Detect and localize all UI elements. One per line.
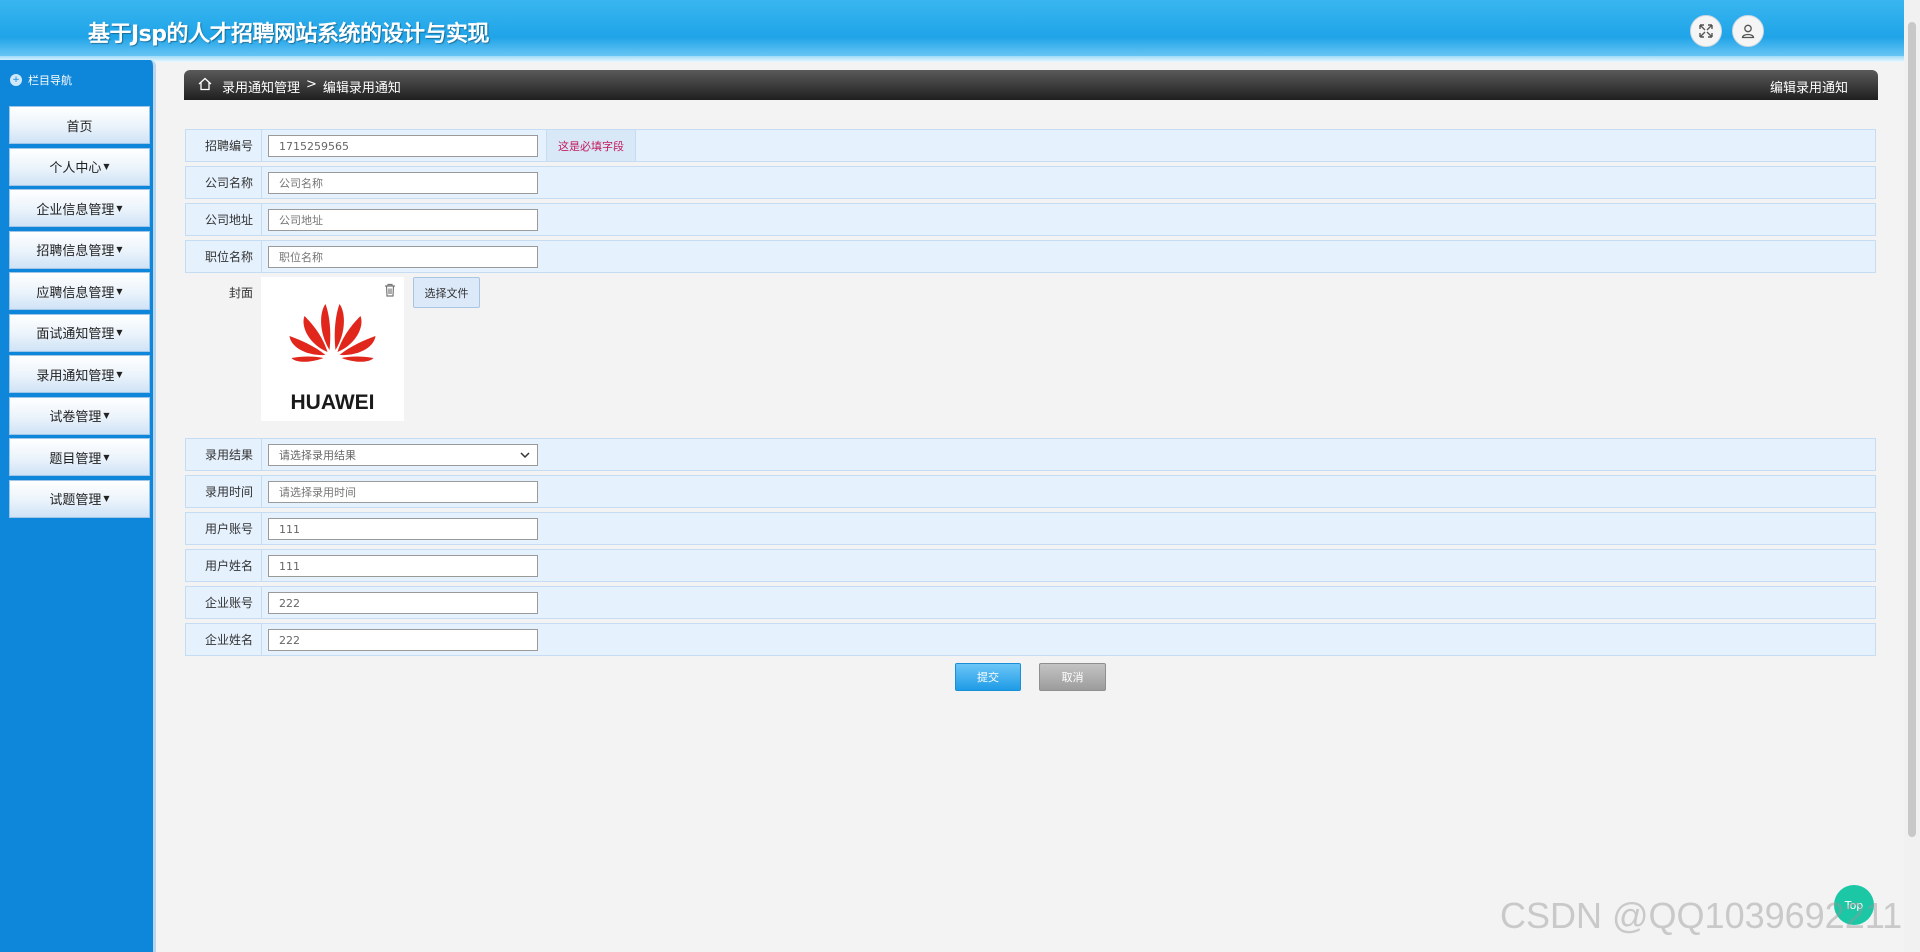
recruit-no-label: 招聘编号 [186, 130, 262, 161]
cover-label: 封面 [228, 286, 253, 300]
plus-circle-icon: + [10, 74, 22, 86]
company-account-label: 企业账号 [186, 587, 262, 618]
caret-down-icon: ▼ [116, 286, 123, 296]
recruit-no-input[interactable] [268, 135, 538, 157]
sidebar-item-paper[interactable]: 试卷管理 ▼ [9, 396, 150, 435]
form-row-company-account: 企业账号 [185, 586, 1876, 619]
sidebar-menu: 首页 个人中心 ▼ 企业信息管理 ▼ 招聘信息管理 ▼ 应聘信息管理 ▼ 面试通知管理 ▼… [9, 106, 150, 521]
breadcrumb-current: 编辑录用通知 [322, 81, 401, 96]
sidebar-item-label: 企业信息管理 [36, 202, 115, 218]
watermark: CSDN @QQ1039692211 [1500, 895, 1903, 936]
sidebar-item-home[interactable]: 首页 [9, 106, 150, 144]
vertical-scrollbar[interactable] [1904, 0, 1920, 952]
caret-down-icon: ▼ [116, 245, 123, 254]
company-account-input[interactable] [268, 592, 538, 614]
sidebar-item-label: 试题管理 [49, 493, 102, 508]
company-address-input[interactable] [268, 209, 538, 231]
user-name-label: 用户姓名 [186, 550, 262, 581]
form-row-result: 录用结果 请选择录用结果 [185, 438, 1876, 471]
caret-down-icon: ▼ [116, 328, 123, 337]
form-row-company-address: 公司地址 [185, 203, 1876, 236]
hire-time-input[interactable] [268, 481, 538, 503]
caret-down-icon: ▼ [116, 203, 123, 213]
caret-down-icon: ▼ [116, 369, 123, 379]
user-account-input[interactable] [268, 518, 538, 540]
position-input[interactable] [268, 246, 538, 268]
form-row-company-contact: 企业姓名 [185, 623, 1876, 656]
required-hint: 这是必填字段 [546, 130, 636, 161]
company-contact-input[interactable] [268, 629, 538, 651]
breadcrumb-parent[interactable]: 录用通知管理 [222, 77, 300, 96]
company-name-input[interactable] [268, 172, 538, 194]
page-title: 编辑录用通知 [1769, 81, 1848, 96]
caret-down-icon: ▼ [103, 162, 110, 171]
top-header: 基于Jsp的人才招聘网站系统的设计与实现 [0, 0, 1904, 62]
sidebar-item-interview-notice[interactable]: 面试通知管理 ▼ [9, 313, 150, 352]
sidebar-item-label: 面试通知管理 [36, 327, 115, 342]
trash-icon[interactable] [382, 282, 398, 298]
sidebar-item-personal-center[interactable]: 个人中心 ▼ [9, 147, 150, 186]
company-contact-label: 企业姓名 [186, 624, 262, 655]
logo-wordmark: HUAWEI [291, 391, 375, 414]
home-icon[interactable] [198, 77, 212, 91]
form-row-company-name: 公司名称 [185, 166, 1876, 199]
cover-image: HUAWEI [261, 277, 404, 421]
sidebar-item-label: 试卷管理 [49, 410, 102, 425]
fullscreen-button[interactable] [1690, 15, 1722, 47]
cancel-button[interactable]: 取消 [1039, 663, 1106, 691]
sidebar-item-label: 个人中心 [49, 161, 102, 176]
sidebar-item-recruit-info[interactable]: 招聘信息管理 ▼ [9, 230, 150, 269]
user-button[interactable] [1732, 15, 1764, 47]
sidebar-item-label: 招聘信息管理 [36, 244, 115, 259]
result-select[interactable]: 请选择录用结果 [268, 444, 538, 466]
submit-button[interactable]: 提交 [955, 663, 1021, 691]
breadcrumb: 录用通知管理 > 编辑录用通知 编辑录用通知 [184, 70, 1878, 100]
caret-down-icon: ▼ [103, 411, 110, 420]
form-row-hire-time: 录用时间 [185, 475, 1876, 508]
result-label: 录用结果 [186, 439, 262, 470]
form-row-recruit-no: 招聘编号 这是必填字段 [185, 129, 1876, 162]
sidebar-item-question[interactable]: 试题管理 ▼ [9, 479, 150, 518]
company-address-label: 公司地址 [186, 204, 262, 235]
sidebar-item-label: 题目管理 [49, 451, 102, 467]
header-actions [1690, 15, 1764, 47]
user-name-input[interactable] [268, 555, 538, 577]
fullscreen-icon [1699, 24, 1713, 38]
sidebar-item-label: 首页 [66, 119, 93, 135]
sidebar-item-hire-notice[interactable]: 录用通知管理 ▼ [9, 355, 150, 393]
breadcrumb-path: 录用通知管理 > 编辑录用通知 [222, 77, 401, 96]
choose-file-button[interactable]: 选择文件 [413, 277, 480, 308]
sidebar: + 栏目导航 首页 个人中心 ▼ 企业信息管理 ▼ 招聘信息管理 ▼ 应聘信息管理 ▼ … [0, 60, 156, 952]
sidebar-heading: + 栏目导航 [10, 72, 72, 88]
caret-down-icon: ▼ [103, 452, 110, 462]
form-row-user-account: 用户账号 [185, 512, 1876, 545]
sidebar-item-application-info[interactable]: 应聘信息管理 ▼ [9, 272, 150, 310]
header-strip [0, 56, 1904, 62]
sidebar-item-label: 应聘信息管理 [36, 285, 115, 301]
form-row-user-name: 用户姓名 [185, 549, 1876, 582]
company-name-label: 公司名称 [186, 167, 262, 198]
hire-time-label: 录用时间 [186, 476, 262, 507]
form-row-position: 职位名称 [185, 240, 1876, 273]
app-title: 基于Jsp的人才招聘网站系统的设计与实现 [88, 22, 490, 47]
sidebar-heading-label: 栏目导航 [28, 74, 72, 87]
position-label: 职位名称 [186, 241, 262, 272]
caret-down-icon: ▼ [103, 494, 110, 503]
sidebar-item-topic[interactable]: 题目管理 ▼ [9, 438, 150, 476]
user-account-label: 用户账号 [186, 513, 262, 544]
breadcrumb-separator: > [306, 77, 317, 92]
user-icon [1741, 24, 1755, 39]
sidebar-item-company-info[interactable]: 企业信息管理 ▼ [9, 189, 150, 227]
sidebar-item-label: 录用通知管理 [36, 368, 115, 384]
huawei-logo: HUAWEI [289, 304, 376, 414]
scrollbar-thumb[interactable] [1908, 22, 1916, 837]
